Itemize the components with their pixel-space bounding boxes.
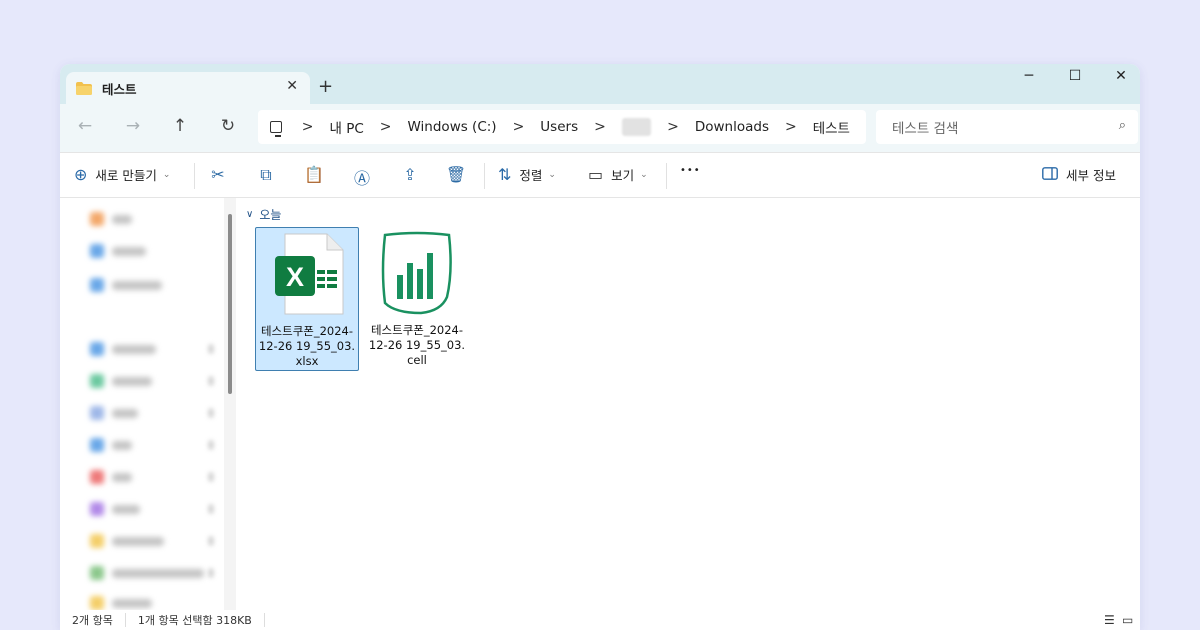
new-tab-button[interactable]: + — [318, 76, 333, 97]
sidebar-item-redacted[interactable] — [90, 468, 132, 486]
pin-icon — [208, 504, 214, 514]
refresh-button[interactable]: ↻ — [215, 116, 241, 136]
close-window-button[interactable]: ✕ — [1106, 68, 1136, 84]
tab-title: 테스트 — [102, 81, 137, 97]
file-name: 테스트쿠폰_2024-12-26 19_55_03.cell — [368, 323, 466, 367]
breadcrumb-separator: > — [594, 119, 606, 135]
breadcrumb-separator: > — [667, 119, 679, 135]
view-label: 보기 — [611, 168, 635, 183]
breadcrumb-separator: > — [512, 119, 525, 135]
monitor-icon — [270, 121, 282, 137]
command-bar: ⊕ 새로 만들기 ⌄ ✂ ⧉ 📋 Ⓐ ⇪ 🗑 ⇅ 정렬 ⌄ ▭ 보기 ⌄ ••• — [60, 152, 1140, 198]
folder-icon — [76, 81, 92, 95]
details-pane-label: 세부 정보 — [1066, 168, 1116, 183]
breadcrumb-separator: > — [784, 119, 797, 135]
svg-text:X: X — [286, 262, 304, 292]
chevron-down-icon: ⌄ — [548, 169, 556, 180]
toolbar-divider — [666, 163, 667, 189]
chevron-down-icon: ⌄ — [640, 169, 648, 180]
search-input[interactable]: 테스트 검색 — [892, 117, 958, 137]
pin-icon — [208, 408, 214, 418]
more-options-button[interactable]: ••• — [680, 165, 701, 176]
sidebar-item-redacted[interactable] — [90, 372, 152, 390]
sort-label: 정렬 — [519, 168, 543, 183]
status-bar: 2개 항목 1개 항목 선택함 318KB ☰ ▭ — [60, 610, 1140, 630]
toolbar-divider — [194, 163, 195, 189]
sidebar-item-redacted[interactable] — [90, 564, 204, 582]
breadcrumb-current-folder[interactable]: 테스트 — [813, 117, 850, 137]
sidebar-scrollbar[interactable] — [224, 198, 236, 610]
sidebar-item-redacted[interactable] — [90, 276, 162, 294]
chevron-down-icon: ∨ — [246, 209, 254, 220]
pin-icon — [208, 376, 214, 386]
pin-icon — [208, 536, 214, 546]
breadcrumb-this-pc[interactable]: 내 PC — [329, 117, 363, 137]
rename-icon[interactable]: Ⓐ — [350, 165, 374, 189]
sidebar-item-redacted[interactable] — [90, 404, 138, 422]
item-count: 2개 항목 — [72, 614, 113, 627]
breadcrumb-redacted-user[interactable] — [621, 118, 652, 136]
tab-current-folder[interactable]: 테스트 ✕ — [66, 72, 310, 104]
explorer-window: 테스트 ✕ + ─ ☐ ✕ ← → ↑ ↻ > 내 PC > Windows (… — [60, 64, 1140, 630]
minimize-button[interactable]: ─ — [1014, 68, 1044, 84]
sidebar-item-redacted[interactable] — [90, 340, 156, 358]
pin-icon — [208, 440, 214, 450]
plus-circle-icon: ⊕ — [74, 165, 88, 184]
search-icon[interactable]: ⌕ — [1119, 118, 1126, 133]
sort-icon: ⇅ — [498, 165, 512, 184]
share-icon[interactable]: ⇪ — [398, 165, 422, 184]
search-box[interactable]: 테스트 검색 ⌕ — [876, 110, 1138, 144]
details-pane-button[interactable]: 세부 정보 — [1042, 165, 1116, 184]
up-button[interactable]: ↑ — [167, 116, 193, 136]
breadcrumb-downloads[interactable]: Downloads — [695, 119, 769, 135]
toolbar-divider — [484, 163, 485, 189]
group-label: 오늘 — [259, 208, 282, 222]
pin-icon — [208, 344, 214, 354]
cell-chart-icon — [377, 231, 457, 315]
new-button[interactable]: ⊕ 새로 만들기 ⌄ — [74, 165, 170, 184]
view-icon: ▭ — [588, 165, 604, 184]
paste-icon[interactable]: 📋 — [302, 165, 326, 184]
breadcrumb-separator: > — [379, 119, 392, 135]
selection-info: 1개 항목 선택함 318KB — [137, 614, 252, 627]
details-view-icon[interactable]: ☰ — [1104, 613, 1115, 627]
copy-icon[interactable]: ⧉ — [254, 165, 278, 185]
new-label: 새로 만들기 — [95, 168, 157, 183]
navigation-bar: ← → ↑ ↻ > 내 PC > Windows (C:) > Users > … — [60, 104, 1140, 152]
delete-icon[interactable]: 🗑 — [444, 165, 468, 184]
status-divider — [124, 613, 126, 627]
back-button[interactable]: ← — [72, 116, 98, 136]
title-bar: 테스트 ✕ + ─ ☐ ✕ — [60, 64, 1140, 104]
view-button[interactable]: ▭ 보기 ⌄ — [588, 165, 648, 184]
tab-close-icon[interactable]: ✕ — [286, 78, 298, 94]
pin-icon — [208, 568, 214, 578]
details-pane-icon — [1042, 165, 1058, 184]
forward-button[interactable]: → — [120, 116, 146, 136]
file-item-cell[interactable]: 테스트쿠폰_2024-12-26 19_55_03.cell — [365, 227, 469, 371]
status-divider — [263, 613, 265, 627]
sidebar-item-redacted[interactable] — [90, 210, 132, 228]
maximize-button[interactable]: ☐ — [1060, 68, 1090, 84]
file-view: ∨ 오늘 X 테스트쿠폰_2024-12-26 19_55_03.xlsx 테스… — [236, 198, 1140, 610]
file-item-xlsx[interactable]: X 테스트쿠폰_2024-12-26 19_55_03.xlsx — [255, 227, 359, 371]
sidebar-item-redacted[interactable] — [90, 532, 164, 550]
sidebar-item-redacted[interactable] — [90, 242, 146, 260]
breadcrumb-users[interactable]: Users — [540, 119, 578, 135]
breadcrumb-drive-c[interactable]: Windows (C:) — [408, 119, 497, 135]
sort-button[interactable]: ⇅ 정렬 ⌄ — [498, 165, 556, 184]
sidebar-item-redacted[interactable] — [90, 500, 140, 518]
excel-icon: X — [267, 232, 347, 316]
sidebar-item-redacted[interactable] — [90, 436, 132, 454]
more-icon: ••• — [680, 165, 701, 176]
group-header-today[interactable]: ∨ 오늘 — [246, 206, 281, 223]
navigation-pane — [60, 198, 224, 610]
pin-icon — [208, 472, 214, 482]
large-icons-view-icon[interactable]: ▭ — [1122, 613, 1133, 627]
scrollbar-thumb[interactable] — [228, 214, 232, 394]
address-bar[interactable]: > 내 PC > Windows (C:) > Users > > Downlo… — [258, 110, 866, 144]
cut-icon[interactable]: ✂ — [206, 165, 230, 184]
chevron-down-icon: ⌄ — [162, 169, 171, 180]
breadcrumb-separator: > — [301, 119, 314, 135]
file-name: 테스트쿠폰_2024-12-26 19_55_03.xlsx — [258, 324, 356, 368]
